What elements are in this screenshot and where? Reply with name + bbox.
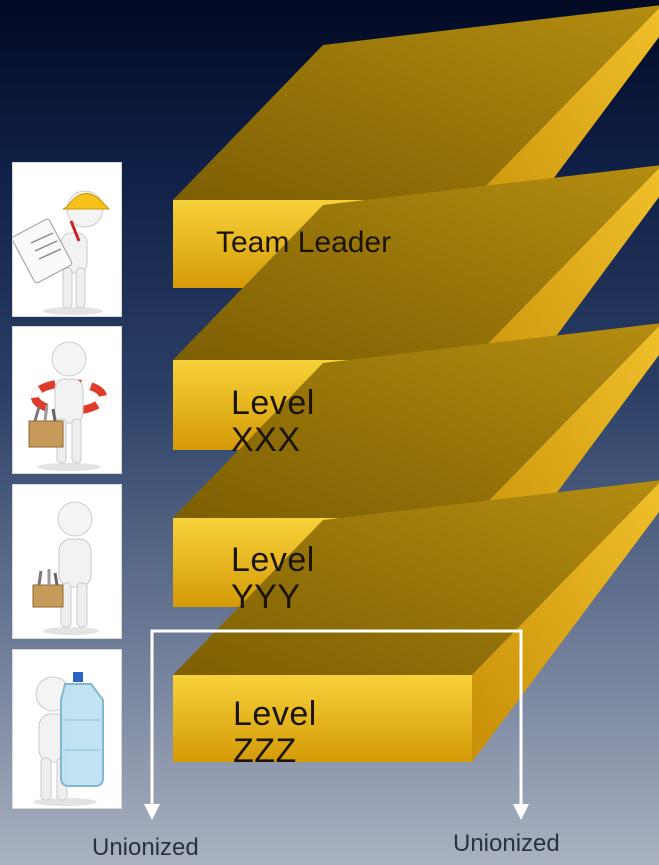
diagram-canvas: Team Leader Level XXX Level YYY Level ZZ… [0, 0, 659, 865]
unionized-label-left: Unionized [92, 834, 199, 861]
unionized-label-right: Unionized [453, 830, 560, 857]
bracket-line [150, 629, 523, 806]
right-arrowhead-icon [513, 804, 529, 820]
unionized-bracket [144, 629, 529, 820]
left-arrowhead-icon [144, 804, 160, 820]
